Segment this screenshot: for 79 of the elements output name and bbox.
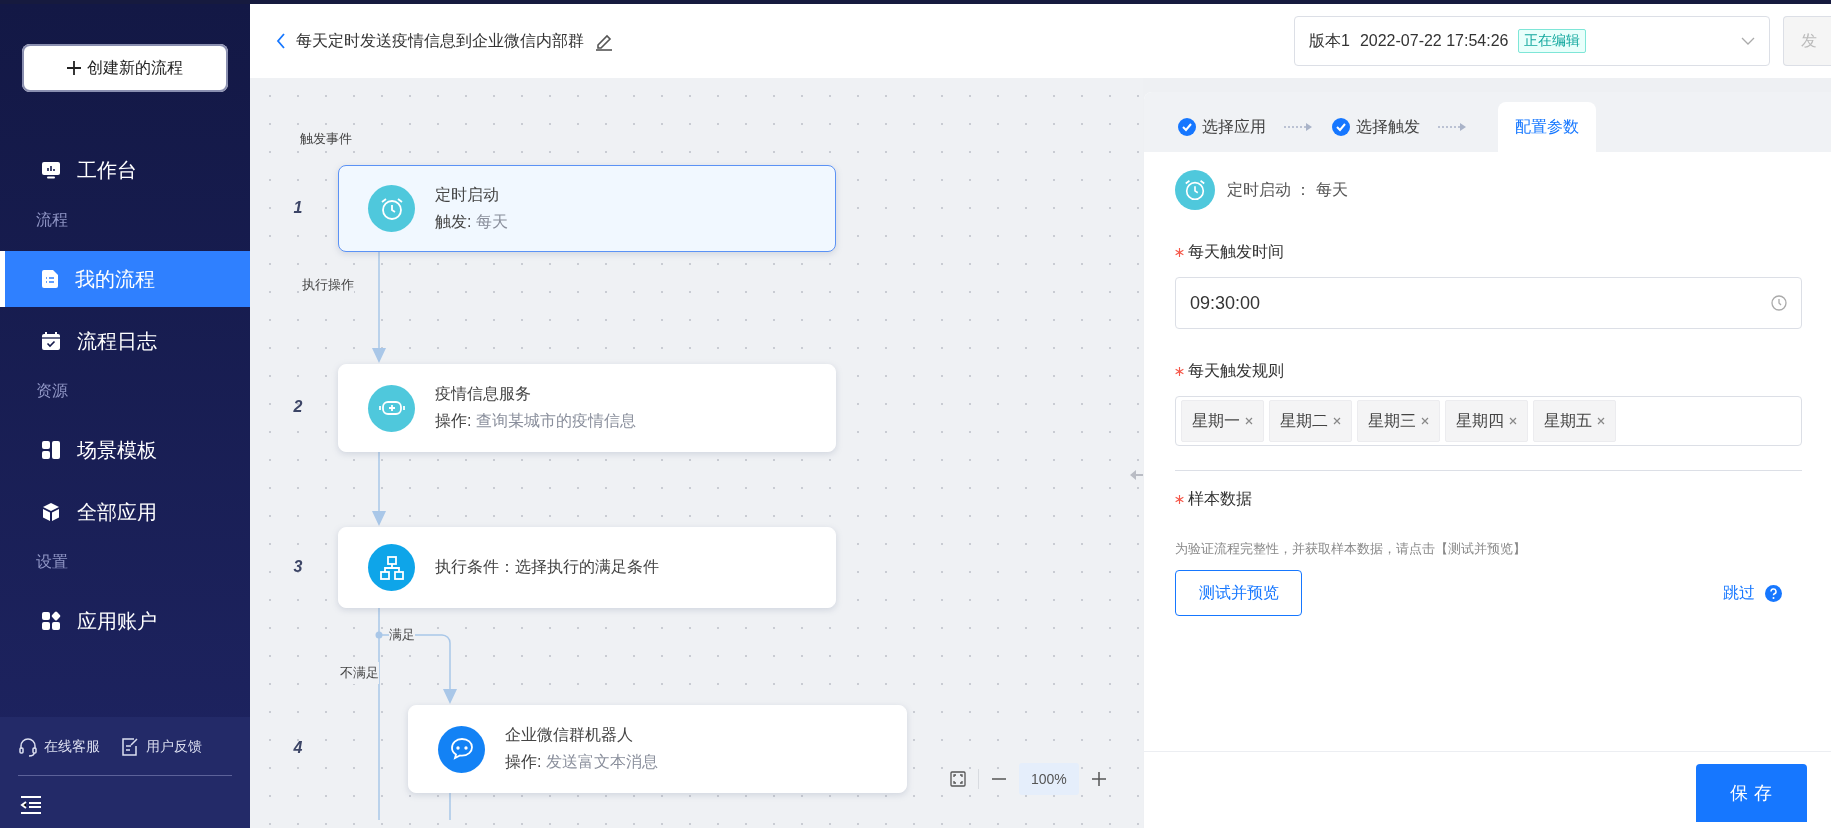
close-icon[interactable] [1333,417,1341,425]
flow-node[interactable]: 疫情信息服务 操作: 查询某城市的疫情信息 [338,364,836,452]
day-tag: 星期三 [1357,400,1440,442]
step-tab[interactable]: 选择触发 [1332,102,1438,152]
sidebar-item[interactable]: 全部应用 [0,484,250,540]
day-tag: 星期五 [1533,400,1616,442]
save-button[interactable]: 保存 [1696,764,1807,822]
close-icon[interactable] [1597,417,1605,425]
sidebar-item[interactable]: 我的流程 [0,251,250,307]
footer-link[interactable]: 用户反馈 [120,737,202,757]
node-title: 执行条件：选择执行的满足条件 [435,557,659,577]
sidebar-item[interactable]: 场景模板 [0,422,250,478]
cube-icon [41,502,61,522]
plus-icon [67,61,81,75]
footer-link[interactable]: 在线客服 [18,737,100,757]
collapse-menu-icon[interactable] [20,796,42,814]
back-chevron-icon [276,33,286,49]
status-tag: 正在编辑 [1518,29,1587,53]
trigger-summary: 定时启动 ： 每天 [1227,179,1348,200]
step-tab[interactable]: 配置参数 [1498,102,1596,152]
step-tab[interactable]: 选择应用 [1178,102,1284,152]
step-number: 2 [292,398,304,416]
help-icon[interactable] [1765,584,1782,602]
sidebar-item[interactable]: 流程日志 [0,313,250,369]
edge-label: 不满足 [340,662,379,684]
layout-icon [41,440,61,460]
back-link[interactable]: 每天定时发送疫情信息到企业微信内部群 [276,30,584,52]
create-flow-button[interactable]: 创建新的流程 [22,44,228,92]
chevron-down-icon [1741,37,1755,45]
field-label: 每天触发时间 [1188,242,1284,262]
step-number: 4 [292,739,304,757]
field-label: 每天触发规则 [1188,361,1284,381]
day-tag: 星期二 [1269,400,1352,442]
grid-icon [41,611,61,631]
feedback-icon [120,737,140,757]
step-number: 3 [292,557,304,576]
skip-link[interactable]: 跳过 [1723,582,1755,604]
zoom-level[interactable]: 100% [1019,763,1079,795]
field-label: 样本数据 [1188,489,1252,509]
hierarchy-icon [378,554,405,581]
clock-icon [1771,295,1787,311]
zoom-in-icon[interactable] [1090,771,1107,787]
alarm-clock-icon [1183,178,1207,202]
sidebar-item[interactable]: 工作台 [0,142,250,198]
step-number: 1 [292,198,304,217]
chat-bubble-icon [448,736,475,762]
close-icon[interactable] [1245,417,1253,425]
sidebar-item[interactable]: 应用账户 [0,593,250,649]
hint-text: 为验证流程完整性，并获取样本数据，请点击【测试并预览】 [1175,540,1527,558]
section-label: 流程 [35,210,69,230]
calendar-icon [41,331,61,351]
time-field[interactable]: 09:30:00 [1175,277,1802,329]
tag-select-field[interactable]: 星期一 星期二 星期三 星期四 星期五 [1175,396,1802,446]
node-title: 疫情信息服务 [435,384,532,404]
node-detail: 操作: 查询某城市的疫情信息 [435,411,636,431]
connector-line [449,792,451,820]
node-detail: 操作: 发送富文本消息 [505,752,658,772]
close-icon[interactable] [1421,417,1429,425]
node-title: 企业微信群机器人 [505,725,634,745]
day-tag: 星期一 [1181,400,1264,442]
check-circle-icon [1332,118,1350,136]
monitor-icon [41,160,61,180]
section-label: 设置 [35,552,69,572]
dotted-arrow-icon [1438,122,1468,132]
document-icon [41,269,59,289]
flow-node[interactable]: 执行条件：选择执行的满足条件 [338,527,836,608]
dotted-arrow-icon [1284,122,1314,132]
section-label: 资源 [35,381,69,401]
headset-icon [18,737,38,757]
version-select[interactable]: 版本1 2022-07-22 17:54:26 正在编辑 [1294,16,1770,66]
node-title: 定时启动 [435,184,500,205]
day-tag: 星期四 [1445,400,1528,442]
check-circle-icon [1178,118,1196,136]
flow-node[interactable]: 企业微信群机器人 操作: 发送富文本消息 [408,705,907,793]
test-preview-button[interactable]: 测试并预览 [1175,570,1302,616]
node-detail: 触发: 每天 [435,211,508,232]
fit-screen-icon[interactable] [950,771,966,787]
close-icon[interactable] [1509,417,1517,425]
flow-node[interactable]: 定时启动 触发: 每天 [338,165,836,252]
